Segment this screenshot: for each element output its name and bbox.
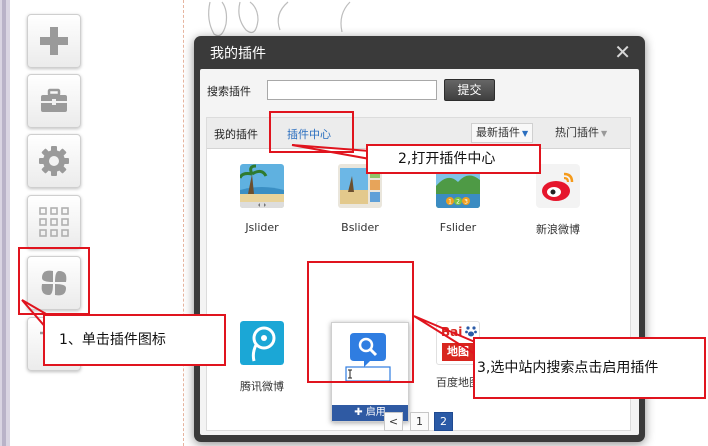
annotation-step-2: 2,打开插件中心 xyxy=(366,144,541,174)
annotation-step-3: 3,选中站内搜索点击启用插件 xyxy=(473,337,706,399)
annotation-step-1: 1、单击插件图标 xyxy=(43,314,226,366)
